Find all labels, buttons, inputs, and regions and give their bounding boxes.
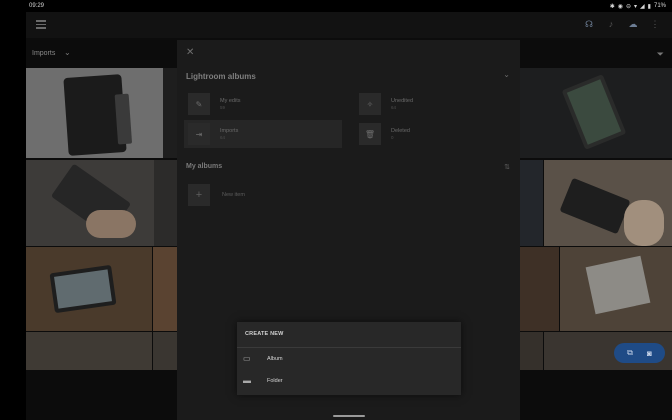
left-bezel (0, 12, 26, 420)
chevron-down-icon[interactable]: ⌄ (64, 48, 71, 57)
album-icon: ▭ (243, 354, 251, 363)
bluetooth-icon: ✱ (609, 3, 615, 10)
create-album-option[interactable]: ▭ Album (237, 349, 461, 369)
photo-thumbnail[interactable] (560, 247, 672, 331)
option-label: Folder (267, 378, 283, 384)
eye-icon: ◉ (617, 3, 623, 10)
photo-thumbnail[interactable] (520, 160, 543, 246)
album-my-edits[interactable]: ✎ My edits 59 (184, 90, 344, 118)
signal-icon: ◢ (640, 3, 645, 10)
more-icon[interactable]: ⋮ (650, 19, 660, 29)
album-deleted[interactable]: 🗑 Deleted 0 (355, 120, 515, 148)
chevron-down-icon[interactable]: ⌄ (503, 70, 510, 79)
photo-thumbnail[interactable] (26, 332, 152, 370)
album-name: Deleted (391, 128, 410, 134)
option-label: Album (267, 356, 283, 362)
album-count: 64 (220, 135, 226, 140)
photo-thumbnail[interactable] (153, 332, 177, 370)
status-icons: ✱ ◉ ⊖ ▾ ◢ ▮ 71% (610, 3, 666, 10)
photo-thumbnail[interactable] (153, 247, 177, 331)
current-folder-label[interactable]: Imports (32, 50, 55, 57)
lightroom-albums-title: Lightroom albums (186, 72, 256, 81)
filter-icon[interactable]: ⏷ (657, 49, 664, 60)
new-item-button[interactable]: + New item (184, 182, 344, 208)
divider (237, 347, 461, 348)
photo-thumbnail[interactable] (520, 247, 559, 331)
menu-icon[interactable] (36, 20, 46, 29)
album-count: 0 (391, 135, 394, 140)
sort-icon[interactable]: ⇅ (504, 163, 510, 171)
battery-icon: ▮ (647, 3, 651, 10)
dnd-icon: ⊖ (626, 3, 632, 10)
app-toolbar: ☊ ♪ ☁ ⋮ (26, 12, 672, 38)
create-new-sheet: CREATE NEW ▭ Album ▬ Folder (237, 322, 461, 395)
headset-icon[interactable]: ☊ (584, 19, 594, 29)
photo-thumbnail[interactable] (163, 68, 177, 158)
album-count: 59 (220, 105, 226, 110)
album-name: My edits (220, 98, 241, 104)
close-icon[interactable]: ✕ (186, 47, 194, 58)
trash-icon: 🗑 (359, 123, 381, 145)
album-count: 64 (391, 105, 397, 110)
album-unedited[interactable]: ✧ Unedited 64 (355, 90, 515, 118)
plus-icon: + (188, 184, 210, 206)
wifi-icon: ▾ (634, 3, 638, 10)
cloud-icon[interactable]: ☁ (628, 19, 638, 29)
album-name: Unedited (391, 98, 414, 104)
photo-thumbnail[interactable] (154, 160, 177, 246)
photo-thumbnail[interactable] (26, 160, 154, 246)
import-icon: ⇥ (188, 123, 210, 145)
battery-percent: 71% (653, 3, 666, 9)
my-albums-title: My albums (186, 163, 223, 170)
status-bar: 09:29 ✱ ◉ ⊖ ▾ ◢ ▮ 71% (0, 0, 672, 12)
album-imports[interactable]: ⇥ Imports 64 (184, 120, 342, 148)
camera-icon: ◙ (647, 348, 652, 358)
create-folder-option[interactable]: ▬ Folder (237, 371, 461, 391)
photo-thumbnail[interactable] (520, 68, 672, 158)
status-time: 09:29 (29, 3, 45, 9)
bell-icon[interactable]: ♪ (606, 19, 616, 29)
create-new-title: CREATE NEW (245, 331, 284, 337)
home-indicator[interactable] (333, 415, 365, 417)
new-item-label: New item (222, 192, 245, 198)
screen: 09:29 ✱ ◉ ⊖ ▾ ◢ ▮ 71% ☊ ♪ ☁ ⋮ Imports ⌄ … (0, 0, 672, 420)
toolbar-actions: ☊ ♪ ☁ ⋮ (584, 19, 660, 30)
magic-wand-icon: ✧ (359, 93, 381, 115)
photo-thumbnail[interactable] (26, 68, 163, 158)
photo-thumbnail[interactable] (544, 160, 672, 246)
pencil-icon: ✎ (188, 93, 210, 115)
add-photos-button[interactable]: ⧉ ◙ (614, 343, 665, 363)
add-image-icon: ⧉ (627, 348, 633, 357)
album-name: Imports (220, 128, 239, 134)
photo-thumbnail[interactable] (26, 247, 152, 331)
photo-thumbnail[interactable] (520, 332, 543, 370)
folder-icon: ▬ (243, 376, 251, 385)
